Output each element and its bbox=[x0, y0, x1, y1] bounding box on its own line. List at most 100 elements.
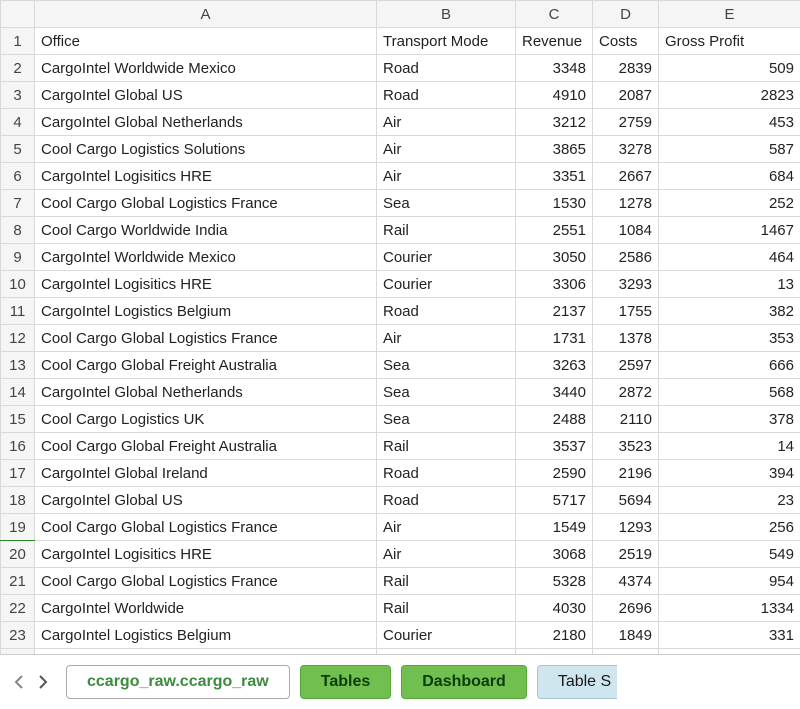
cell[interactable]: Rail bbox=[377, 568, 516, 595]
cell[interactable]: 1334 bbox=[659, 595, 800, 622]
cell[interactable]: CargoIntel Global Netherlands bbox=[35, 379, 377, 406]
col-header-E[interactable]: E bbox=[659, 1, 800, 28]
cell[interactable]: Cool Cargo Global Logistics France bbox=[35, 568, 377, 595]
cell[interactable]: Air bbox=[377, 109, 516, 136]
cell[interactable]: 394 bbox=[659, 460, 800, 487]
cell[interactable]: Road bbox=[377, 298, 516, 325]
sheet-tab-table-s[interactable]: Table S bbox=[537, 665, 617, 699]
cell[interactable]: 382 bbox=[659, 298, 800, 325]
cell[interactable]: 5717 bbox=[516, 487, 593, 514]
row-header[interactable]: 18 bbox=[1, 487, 35, 514]
cell[interactable]: 23 bbox=[659, 487, 800, 514]
row-header[interactable]: 23 bbox=[1, 622, 35, 649]
cell[interactable]: CargoIntel Global US bbox=[35, 487, 377, 514]
sheet-tab-dashboard[interactable]: Dashboard bbox=[401, 665, 527, 699]
row-header[interactable]: 6 bbox=[1, 163, 35, 190]
tab-nav-next[interactable] bbox=[34, 673, 52, 691]
cell[interactable]: Cool Cargo Logistics UK bbox=[35, 406, 377, 433]
cell[interactable]: 353 bbox=[659, 325, 800, 352]
cell[interactable]: 5328 bbox=[516, 568, 593, 595]
cell[interactable]: CargoIntel Logisitics HRE bbox=[35, 541, 377, 568]
cell[interactable]: 2590 bbox=[516, 460, 593, 487]
cell[interactable]: Rail bbox=[377, 433, 516, 460]
cell[interactable]: Sea bbox=[377, 190, 516, 217]
cell[interactable]: Air bbox=[377, 514, 516, 541]
cell[interactable]: 2839 bbox=[593, 55, 659, 82]
cell[interactable]: 252 bbox=[659, 190, 800, 217]
row-header[interactable]: 3 bbox=[1, 82, 35, 109]
cell[interactable]: Air bbox=[377, 541, 516, 568]
cell[interactable]: 4030 bbox=[516, 595, 593, 622]
row-header[interactable]: 19 bbox=[1, 514, 35, 541]
sheet-tab-tables[interactable]: Tables bbox=[300, 665, 392, 699]
cell[interactable]: 2586 bbox=[593, 244, 659, 271]
cell[interactable]: CargoIntel Logistics Belgium bbox=[35, 298, 377, 325]
cell[interactable]: 3293 bbox=[593, 271, 659, 298]
cell[interactable]: Cool Cargo Logistics Solutions bbox=[35, 136, 377, 163]
cell[interactable]: 331 bbox=[659, 622, 800, 649]
cell[interactable]: 684 bbox=[659, 163, 800, 190]
cell[interactable]: 1467 bbox=[659, 217, 800, 244]
cell[interactable]: 1530 bbox=[516, 190, 593, 217]
cell[interactable]: Sea bbox=[377, 352, 516, 379]
cell[interactable]: 2551 bbox=[516, 217, 593, 244]
cell[interactable]: 3306 bbox=[516, 271, 593, 298]
cell[interactable]: Road bbox=[377, 55, 516, 82]
cell[interactable]: 1293 bbox=[593, 514, 659, 541]
cell[interactable]: CargoIntel Logisitics HRE bbox=[35, 271, 377, 298]
cell[interactable]: 3351 bbox=[516, 163, 593, 190]
cell[interactable]: 4374 bbox=[593, 568, 659, 595]
cell[interactable]: 568 bbox=[659, 379, 800, 406]
cell[interactable]: 1849 bbox=[593, 622, 659, 649]
row-header[interactable]: 16 bbox=[1, 433, 35, 460]
cell[interactable]: 2488 bbox=[516, 406, 593, 433]
cell[interactable]: 3050 bbox=[516, 244, 593, 271]
cell[interactable]: 2759 bbox=[593, 109, 659, 136]
row-header[interactable]: 9 bbox=[1, 244, 35, 271]
cell[interactable]: 587 bbox=[659, 136, 800, 163]
cell[interactable]: Costs bbox=[593, 28, 659, 55]
cell[interactable]: 2597 bbox=[593, 352, 659, 379]
cell[interactable]: 5694 bbox=[593, 487, 659, 514]
cell[interactable]: Courier bbox=[377, 271, 516, 298]
cell[interactable]: Cool Cargo Worldwide India bbox=[35, 217, 377, 244]
cell[interactable]: Road bbox=[377, 487, 516, 514]
cell[interactable]: 2137 bbox=[516, 298, 593, 325]
cell[interactable]: Road bbox=[377, 82, 516, 109]
cell[interactable]: CargoIntel Worldwide bbox=[35, 595, 377, 622]
cell[interactable]: 2087 bbox=[593, 82, 659, 109]
cell[interactable]: CargoIntel Global US bbox=[35, 82, 377, 109]
cell[interactable]: Road bbox=[377, 460, 516, 487]
cell[interactable]: 954 bbox=[659, 568, 800, 595]
cell[interactable]: 3348 bbox=[516, 55, 593, 82]
cell[interactable]: Cool Cargo Global Logistics France bbox=[35, 514, 377, 541]
cell[interactable]: Cool Cargo Global Freight Australia bbox=[35, 352, 377, 379]
cell[interactable]: 2196 bbox=[593, 460, 659, 487]
cell[interactable]: Cool Cargo Global Logistics France bbox=[35, 325, 377, 352]
cell[interactable]: 549 bbox=[659, 541, 800, 568]
cell[interactable]: 13 bbox=[659, 271, 800, 298]
row-header[interactable]: 17 bbox=[1, 460, 35, 487]
tab-nav-prev[interactable] bbox=[10, 673, 28, 691]
cell[interactable]: 2180 bbox=[516, 622, 593, 649]
row-header[interactable]: 1 bbox=[1, 28, 35, 55]
cell[interactable]: 1731 bbox=[516, 325, 593, 352]
cell[interactable]: Revenue bbox=[516, 28, 593, 55]
row-header[interactable]: 22 bbox=[1, 595, 35, 622]
row-header[interactable]: 4 bbox=[1, 109, 35, 136]
cell[interactable]: 464 bbox=[659, 244, 800, 271]
cell[interactable]: Air bbox=[377, 163, 516, 190]
cell[interactable]: 14 bbox=[659, 433, 800, 460]
cell[interactable]: 1278 bbox=[593, 190, 659, 217]
cell[interactable]: 3263 bbox=[516, 352, 593, 379]
cell[interactable]: CargoIntel Logistics Belgium bbox=[35, 622, 377, 649]
sheet-tab-ccargo-raw[interactable]: ccargo_raw.ccargo_raw bbox=[66, 665, 290, 699]
cell[interactable]: Transport Mode bbox=[377, 28, 516, 55]
cell[interactable]: 3212 bbox=[516, 109, 593, 136]
cell[interactable]: 256 bbox=[659, 514, 800, 541]
cell[interactable]: 3865 bbox=[516, 136, 593, 163]
cell[interactable]: 1549 bbox=[516, 514, 593, 541]
cell[interactable]: 1084 bbox=[593, 217, 659, 244]
cell[interactable]: 2110 bbox=[593, 406, 659, 433]
cell[interactable]: 3537 bbox=[516, 433, 593, 460]
